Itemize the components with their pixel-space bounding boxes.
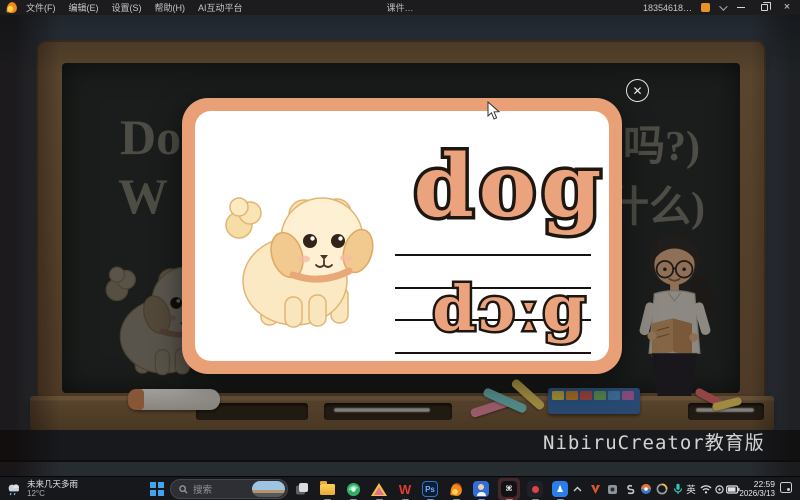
flashcard-puppy-image xyxy=(209,163,389,343)
tray-icon-s[interactable] xyxy=(620,480,638,498)
taskbar-weather-widget[interactable]: 未来几天多雨 12°C xyxy=(6,479,78,498)
blue-app-icon: ♟ xyxy=(552,481,568,497)
clock-date: 2026/3/13 xyxy=(739,489,775,498)
browser-button[interactable] xyxy=(344,480,362,498)
triangle-app-icon xyxy=(371,482,387,496)
task-view-button[interactable] xyxy=(293,480,311,498)
notification-center-button[interactable] xyxy=(780,482,792,493)
flashcard-body: dog dog dɔːg dɔːg xyxy=(195,111,609,361)
weather-forecast-text: 未来几天多雨 xyxy=(27,479,79,489)
folder-icon xyxy=(319,481,335,495)
windows-logo-icon xyxy=(150,482,164,496)
taskbar-clock[interactable]: 22:59 2026/3/13 xyxy=(737,478,775,498)
red-dot-app-button[interactable] xyxy=(526,480,544,498)
search-icon xyxy=(179,484,188,494)
rain-cloud-icon xyxy=(8,483,19,495)
triangle-app-button[interactable] xyxy=(370,480,388,498)
tray-icon-square[interactable] xyxy=(603,480,621,498)
flashcard-word: dog dog xyxy=(405,135,615,239)
weather-temperature: 12°C xyxy=(27,489,45,498)
maximize-button[interactable] xyxy=(757,2,772,13)
blue-app-button[interactable]: ♟ xyxy=(551,480,569,498)
phonetic-fill: dɔːg xyxy=(432,272,588,345)
window-close-button[interactable]: × xyxy=(780,2,794,13)
flashcard-phonetic: dɔːg dɔːg xyxy=(410,249,610,359)
account-avatar[interactable] xyxy=(701,3,710,12)
chevron-up-icon xyxy=(573,486,581,492)
modal-close-button[interactable]: ✕ xyxy=(626,79,649,102)
search-placeholder: 搜索 xyxy=(193,485,213,496)
app-titlebar: 文件(F) 编辑(E) 设置(S) 帮助(H) AI互动平台 课件… 18354… xyxy=(0,0,800,15)
account-chevron-down-icon[interactable] xyxy=(719,1,728,11)
word-fill: dog xyxy=(413,136,607,237)
browser-swirl-icon xyxy=(346,482,360,496)
windows-taskbar: 未来几天多雨 12°C 搜索 W Ps ⌘ ♟ 英 22:59 2026/3/1… xyxy=(0,476,800,500)
task-view-icon xyxy=(296,483,308,495)
search-highlight-image xyxy=(252,481,285,497)
taskbar-search-box[interactable]: 搜索 xyxy=(170,479,288,499)
tray-icon-v[interactable] xyxy=(586,480,604,498)
file-explorer-button[interactable] xyxy=(318,480,336,498)
capcut-icon: ⌘ xyxy=(501,481,517,497)
clock-time: 22:59 xyxy=(753,478,775,489)
capcut-button[interactable]: ⌘ xyxy=(500,480,518,498)
avatar-app-icon xyxy=(473,481,489,497)
mouse-cursor xyxy=(487,100,501,125)
nibiru-app-button[interactable] xyxy=(447,480,465,498)
red-dot-app-icon xyxy=(527,481,543,497)
flashcard-modal: dog dog dɔːg dɔːg xyxy=(182,98,622,374)
photoshop-icon: Ps xyxy=(422,481,438,497)
flame-icon xyxy=(449,481,463,497)
photoshop-button[interactable]: Ps xyxy=(421,480,439,498)
account-id: 18354618… xyxy=(642,2,692,13)
wps-icon: W xyxy=(398,481,412,497)
avatar-app-button[interactable] xyxy=(472,480,490,498)
minimize-button[interactable] xyxy=(734,2,748,13)
watermark-label: NibiruCreator教育版 xyxy=(543,432,765,454)
tray-expand-button[interactable] xyxy=(568,480,586,498)
start-button[interactable] xyxy=(148,480,166,498)
wps-button[interactable]: W xyxy=(396,480,414,498)
